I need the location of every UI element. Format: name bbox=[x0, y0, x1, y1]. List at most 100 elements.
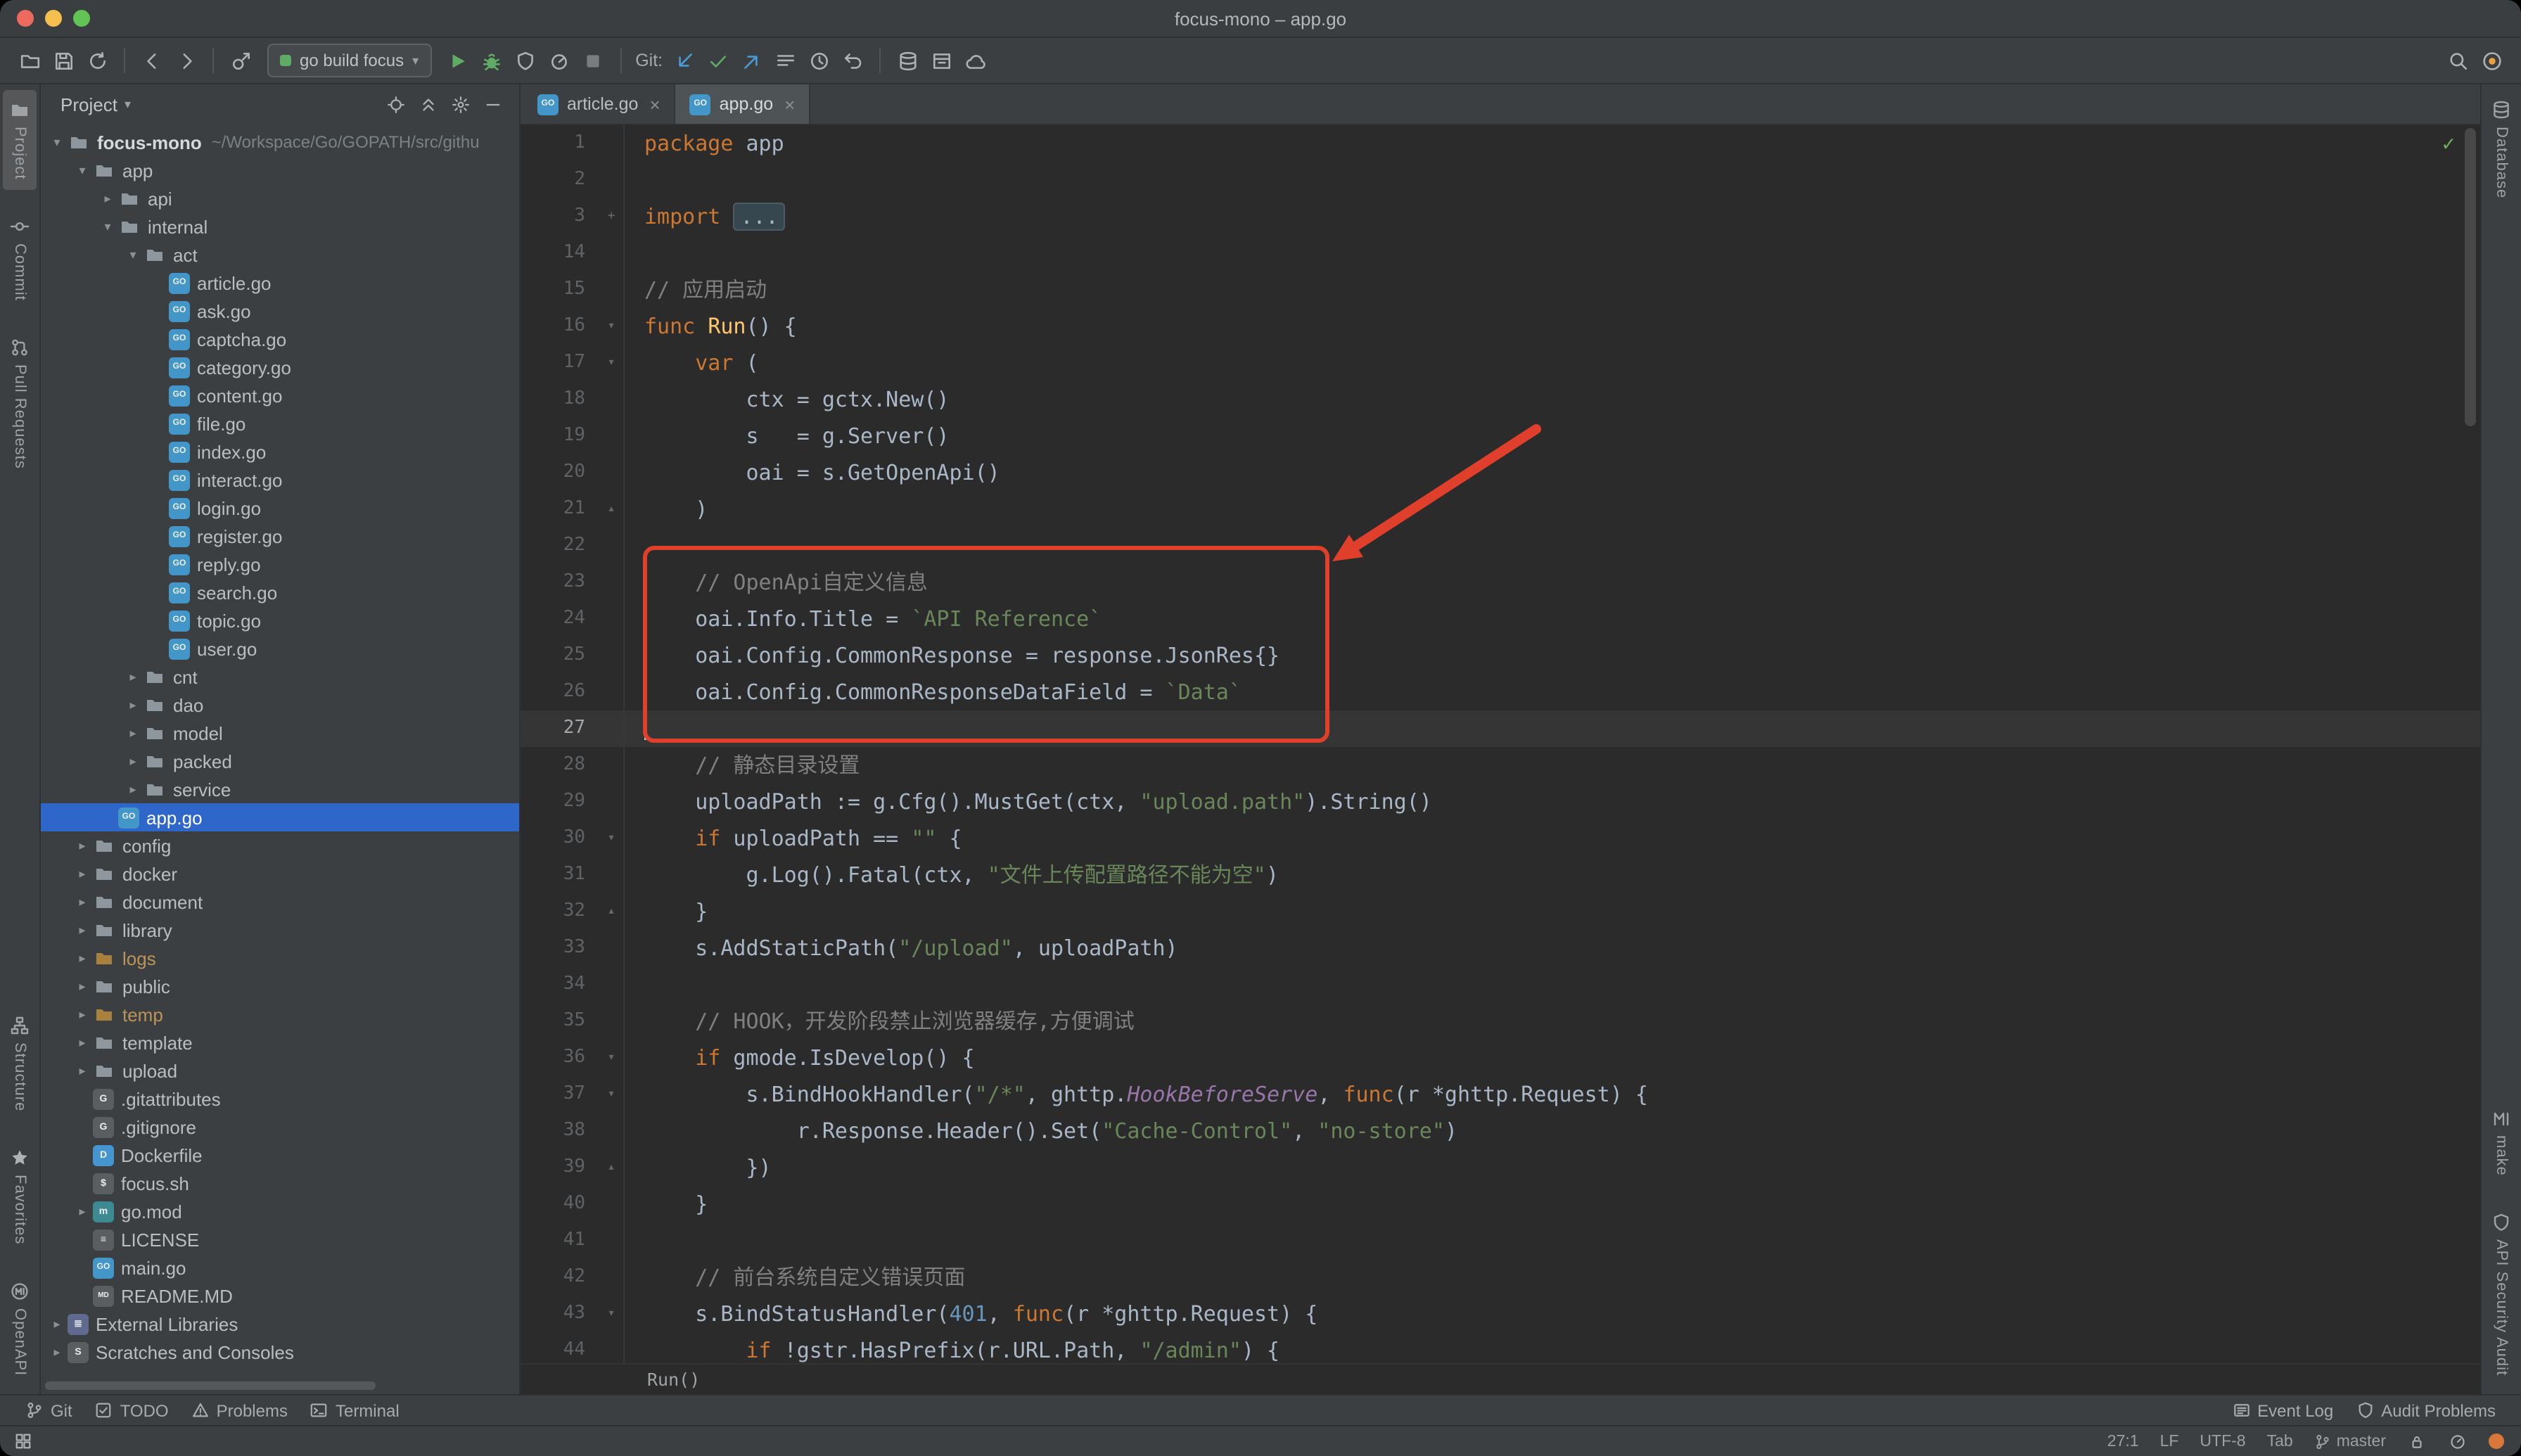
chevron-down-icon[interactable]: ▾ bbox=[125, 96, 131, 112]
code-line-19[interactable]: 19 s = g.Server() bbox=[521, 418, 2480, 454]
chevron-right-icon[interactable]: ▸ bbox=[46, 1316, 68, 1332]
line-number[interactable]: 26 bbox=[521, 674, 599, 710]
line-number[interactable]: 21 bbox=[521, 491, 599, 528]
code-line-36[interactable]: 36▾ if gmode.IsDevelop() { bbox=[521, 1040, 2480, 1076]
code-line-27[interactable]: 27 bbox=[521, 710, 2480, 747]
code-line-21[interactable]: 21▴ ) bbox=[521, 491, 2480, 528]
code-line-18[interactable]: 18 ctx = gctx.New() bbox=[521, 381, 2480, 418]
tool-stripe-api-security-audit[interactable]: API Security Audit bbox=[2484, 1203, 2518, 1386]
tool-stripe-favorites[interactable]: Favorites bbox=[3, 1138, 37, 1255]
chevron-right-icon[interactable]: ▸ bbox=[46, 1344, 68, 1360]
tree-item-template[interactable]: ▸template bbox=[41, 1028, 519, 1056]
project-panel-title[interactable]: Project bbox=[60, 94, 117, 115]
code-line-39[interactable]: 39▴ }) bbox=[521, 1149, 2480, 1186]
code-line-33[interactable]: 33 s.AddStaticPath("/upload", uploadPath… bbox=[521, 930, 2480, 966]
search-icon[interactable] bbox=[2442, 45, 2473, 76]
open-icon[interactable] bbox=[14, 45, 45, 76]
tree-item-index-go[interactable]: index.go bbox=[41, 438, 519, 466]
database-icon[interactable] bbox=[892, 45, 923, 76]
line-number[interactable]: 40 bbox=[521, 1186, 599, 1222]
code-line-28[interactable]: 28 // 静态目录设置 bbox=[521, 747, 2480, 784]
chevron-down-icon[interactable]: ▾ bbox=[122, 247, 143, 262]
line-number[interactable]: 32 bbox=[521, 893, 599, 930]
tree-item-gitignore[interactable]: .gitignore bbox=[41, 1113, 519, 1141]
line-number[interactable]: 17 bbox=[521, 345, 599, 381]
tool-stripe-make[interactable]: make bbox=[2484, 1099, 2518, 1186]
tree-item-scratches-and-consoles[interactable]: ▸Scratches and Consoles bbox=[41, 1338, 519, 1366]
code-line-42[interactable]: 42 // 前台系统自定义错误页面 bbox=[521, 1259, 2480, 1296]
tree-item-category-go[interactable]: category.go bbox=[41, 353, 519, 381]
code-line-1[interactable]: 1package app bbox=[521, 125, 2480, 162]
notification-badge[interactable] bbox=[2489, 1433, 2504, 1449]
line-number[interactable]: 30 bbox=[521, 820, 599, 857]
code-line-2[interactable]: 2 bbox=[521, 162, 2480, 198]
fold-marker-icon[interactable]: ▴ bbox=[599, 1149, 625, 1186]
tree-item-docker[interactable]: ▸docker bbox=[41, 860, 519, 888]
fold-marker-icon[interactable]: ▾ bbox=[599, 820, 625, 857]
shelf-icon[interactable] bbox=[926, 45, 957, 76]
forward-icon[interactable] bbox=[170, 45, 201, 76]
tool-stripe-openapi[interactable]: OpenAPI bbox=[3, 1272, 37, 1386]
profiler-icon[interactable] bbox=[544, 45, 575, 76]
chevron-right-icon[interactable]: ▸ bbox=[122, 697, 143, 713]
tree-item-go-mod[interactable]: ▸go.mod bbox=[41, 1197, 519, 1225]
tree-item-model[interactable]: ▸model bbox=[41, 719, 519, 747]
tool-stripe-project[interactable]: Project bbox=[3, 90, 37, 190]
tree-item-upload[interactable]: ▸upload bbox=[41, 1056, 519, 1085]
collapse-icon[interactable] bbox=[416, 92, 440, 116]
file-encoding[interactable]: UTF-8 bbox=[2200, 1433, 2245, 1450]
line-number[interactable]: 27 bbox=[521, 710, 599, 747]
fold-marker-icon[interactable]: ▾ bbox=[599, 1040, 625, 1076]
line-number[interactable]: 31 bbox=[521, 857, 599, 893]
tool-window-button-git[interactable]: Git bbox=[14, 1400, 84, 1420]
close-tab-icon[interactable]: × bbox=[649, 94, 660, 115]
line-number[interactable]: 43 bbox=[521, 1296, 599, 1332]
history-icon[interactable] bbox=[803, 45, 834, 76]
code-line-44[interactable]: 44 if !gstr.HasPrefix(r.URL.Path, "/admi… bbox=[521, 1332, 2480, 1363]
attach-icon[interactable] bbox=[225, 45, 256, 76]
line-number[interactable]: 42 bbox=[521, 1259, 599, 1296]
line-number[interactable]: 22 bbox=[521, 528, 599, 564]
fold-marker-icon[interactable]: ▾ bbox=[599, 1296, 625, 1332]
hide-icon[interactable] bbox=[481, 92, 505, 116]
chevron-down-icon[interactable]: ▾ bbox=[97, 219, 118, 234]
tree-item-main-go[interactable]: main.go bbox=[41, 1253, 519, 1282]
close-tab-icon[interactable]: × bbox=[784, 94, 795, 115]
line-number[interactable]: 38 bbox=[521, 1113, 599, 1149]
code-line-3[interactable]: 3+import ... bbox=[521, 198, 2480, 235]
line-number[interactable]: 23 bbox=[521, 564, 599, 601]
tree-item-library[interactable]: ▸library bbox=[41, 916, 519, 944]
tab-article-go[interactable]: article.go× bbox=[523, 84, 676, 124]
line-number[interactable]: 24 bbox=[521, 601, 599, 637]
run-config-select[interactable]: go build focus ▾ bbox=[267, 44, 431, 77]
code-line-25[interactable]: 25 oai.Config.CommonResponse = response.… bbox=[521, 637, 2480, 674]
tree-item-register-go[interactable]: register.go bbox=[41, 522, 519, 550]
chevron-right-icon[interactable]: ▸ bbox=[72, 894, 93, 909]
chevron-right-icon[interactable]: ▸ bbox=[72, 950, 93, 966]
code-line-17[interactable]: 17▾ var ( bbox=[521, 345, 2480, 381]
editor-scrollbar[interactable] bbox=[2465, 128, 2476, 426]
git-branch[interactable]: master bbox=[2314, 1433, 2386, 1450]
settings-icon[interactable] bbox=[449, 92, 473, 116]
line-number[interactable]: 25 bbox=[521, 637, 599, 674]
line-number[interactable]: 44 bbox=[521, 1332, 599, 1363]
line-number[interactable]: 33 bbox=[521, 930, 599, 966]
tree-item-packed[interactable]: ▸packed bbox=[41, 747, 519, 775]
line-number[interactable]: 29 bbox=[521, 784, 599, 820]
tree-item-service[interactable]: ▸service bbox=[41, 775, 519, 803]
line-number[interactable]: 35 bbox=[521, 1003, 599, 1040]
tree-item-dockerfile[interactable]: Dockerfile bbox=[41, 1141, 519, 1169]
tree-item-config[interactable]: ▸config bbox=[41, 831, 519, 860]
tree-item-search-go[interactable]: search.go bbox=[41, 578, 519, 606]
tree-item-interact-go[interactable]: interact.go bbox=[41, 466, 519, 494]
line-number[interactable]: 18 bbox=[521, 381, 599, 418]
run-icon[interactable] bbox=[442, 45, 473, 76]
code-line-15[interactable]: 15// 应用启动 bbox=[521, 272, 2480, 308]
code-line-29[interactable]: 29 uploadPath := g.Cfg().MustGet(ctx, "u… bbox=[521, 784, 2480, 820]
tree-item-api[interactable]: ▸api bbox=[41, 184, 519, 212]
chevron-down-icon[interactable]: ▾ bbox=[46, 134, 68, 150]
tree-item-document[interactable]: ▸document bbox=[41, 888, 519, 916]
code-line-34[interactable]: 34 bbox=[521, 966, 2480, 1003]
tool-stripe-database[interactable]: Database bbox=[2484, 90, 2518, 208]
shelve-icon[interactable] bbox=[770, 45, 800, 76]
